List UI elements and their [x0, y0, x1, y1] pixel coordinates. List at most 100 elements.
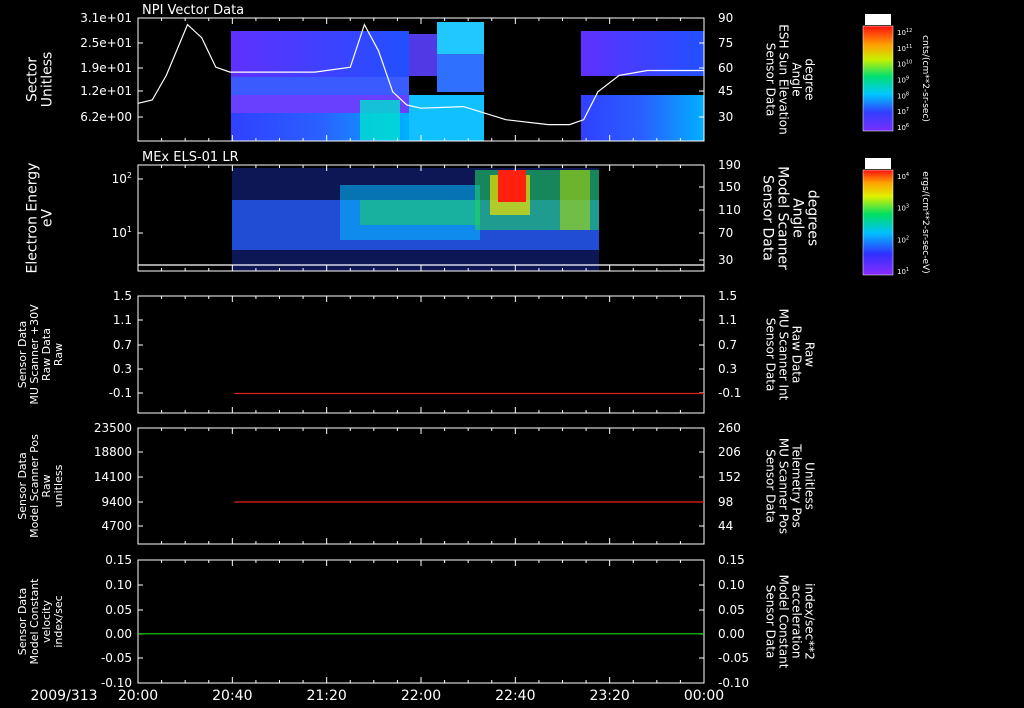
y-tick-label: 6.2e+00 — [80, 110, 132, 124]
y2-tick-label: 1.5 — [718, 289, 737, 303]
y2-axis-label-line: ESH Sun Elevation — [777, 24, 791, 134]
y-axis-label-line: Electron Energy — [25, 163, 41, 274]
els-spectrogram — [232, 168, 599, 271]
y-tick-label: 102 — [112, 171, 132, 186]
y2-axis-label-line: degree — [803, 58, 817, 100]
y2-axis-label-line: Sensor Data — [764, 449, 778, 523]
y2-tick-label: 0.00 — [718, 627, 745, 641]
time-tick-label: 20:00 — [118, 688, 158, 704]
date-label: 2009/313 — [30, 688, 97, 704]
y2-axis-label-line: Sensor Data — [760, 175, 776, 261]
colorbar-tick-label: 106 — [897, 123, 909, 132]
colorbar-gradient — [862, 169, 894, 276]
colorbar-tick-label: 1011 — [897, 44, 912, 53]
y2-tick-label: 0.15 — [718, 553, 745, 567]
y2-tick-label: 150 — [718, 180, 741, 194]
y-tick-label: 14100 — [94, 470, 132, 484]
panel-frame — [137, 559, 705, 684]
y2-tick-label: 1.1 — [718, 313, 737, 327]
panel-frame — [137, 427, 705, 545]
y-tick-label: 18800 — [94, 445, 132, 459]
time-tick-label: 23:20 — [589, 688, 629, 704]
y-tick-label: 1.1 — [113, 313, 132, 327]
y-tick-exponent: 2 — [127, 171, 132, 180]
colorbar-badge: NF — [872, 16, 884, 25]
y-axis-label: Sensor Data Model Scanner Pos Raw unitless — [16, 434, 65, 538]
colorbar-tick-exponent: 11 — [906, 44, 912, 50]
y-tick-label: 101 — [112, 225, 132, 240]
y-axis-label: Sector Unitless — [25, 52, 56, 108]
y2-axis-label-line: index/sec**2 — [803, 583, 817, 660]
y2-tick-label: -0.1 — [718, 386, 741, 400]
colorbar-gradient — [862, 25, 894, 132]
colorbar-2: DEF 104 103 102 101 ergs/(cm**2-sr-sec-eV) — [862, 158, 930, 276]
colorbar-tick-exponent: 6 — [906, 123, 909, 129]
colorbar-unit-text: cnts/(cm**2-sr-sec) — [920, 35, 930, 122]
colorbar-1: NF101210111010109108107106cnts/(cm**2-sr… — [862, 14, 930, 132]
y-tick-label: 9400 — [101, 495, 132, 509]
time-tick-label: 00:00 — [684, 688, 724, 704]
stacked-time-series-plot: NPI Vector Data 3.1e+01 2.5e+01 1.9e+01 1.2e… — [16, 3, 930, 704]
y-axis-label: Electron Energy eV — [25, 163, 56, 274]
time-tick-label: 22:00 — [401, 688, 441, 704]
y2-axis-label-line: Model Constant — [777, 575, 791, 669]
y2-axis-label-line: Raw Data — [790, 326, 804, 384]
y2-axis-label-line: Raw — [803, 342, 817, 367]
y-axis-label-line: unitless — [52, 464, 65, 507]
y2-axis-label: Sensor Data Model Constant acceleration ind… — [764, 575, 817, 669]
y-tick-label: 1.5 — [113, 289, 132, 303]
colorbar-tick-exponent: 1 — [906, 267, 909, 273]
y2-axis-label: Sensor Data Model Scanner Angle degrees — [760, 166, 821, 270]
y-tick-label: 0.7 — [113, 338, 132, 352]
y2-tick-label: 0.3 — [718, 362, 737, 376]
y-tick-label: -0.05 — [101, 651, 132, 665]
colorbar-unit: cnts/(cm**2-sr-sec) — [920, 35, 930, 122]
y-tick-label: 3.1e+01 — [80, 11, 132, 25]
y2-axis-label-line: Sensor Data — [764, 43, 778, 117]
colorbar-tick-exponent: 7 — [906, 107, 909, 113]
npi-spectrogram — [231, 22, 704, 142]
time-tick-label: 20:40 — [212, 688, 252, 704]
y2-tick-label: 0.05 — [718, 603, 745, 617]
colorbar-tick-exponent: 10 — [906, 60, 912, 66]
y2-axis-label-line: Sensor Data — [764, 585, 778, 659]
y-axis-label-line: Unitless — [40, 52, 56, 108]
y2-axis-label-line: MU Scanner Int — [777, 309, 791, 401]
colorbar-tick-exponent: 2 — [906, 235, 909, 241]
y2-tick-label: 70 — [718, 226, 733, 240]
y-axis-label: Sensor Data Model Constant velocity index/s… — [16, 578, 65, 665]
y-tick-label: 0.00 — [105, 627, 132, 641]
y2-tick-label: 45 — [718, 84, 733, 98]
colorbar-unit: ergs/(cm**2-sr-sec-eV) — [920, 171, 930, 273]
y2-axis-label-line: Angle — [790, 62, 804, 96]
colorbar-tick-exponent: 3 — [906, 204, 909, 210]
y2-axis-label-line: Sensor Data — [764, 318, 778, 392]
y-axis-label-line: Sector — [25, 57, 41, 102]
y2-axis-label-line: Telemetry Pos — [790, 443, 804, 527]
y2-tick-label: 90 — [718, 11, 733, 25]
y2-tick-label: 206 — [718, 445, 741, 459]
y2-tick-label: 30 — [718, 253, 733, 267]
y-tick-exponent: 1 — [127, 225, 132, 234]
colorbar-tick-exponent: 9 — [906, 76, 909, 82]
colorbar-tick-label: 1010 — [897, 60, 912, 69]
y2-tick-label: 98 — [718, 495, 733, 509]
panel-frame — [137, 295, 705, 414]
y2-tick-label: 260 — [718, 421, 741, 435]
y2-tick-label: 0.10 — [718, 578, 745, 592]
colorbar-tick-label: 104 — [897, 172, 909, 181]
colorbar-tick-exponent: 4 — [906, 172, 909, 178]
colorbar-tick-label: 103 — [897, 204, 909, 213]
y-tick-label: 0.05 — [105, 603, 132, 617]
y-tick-label: 0.10 — [105, 578, 132, 592]
y2-axis-label-line: Angle — [790, 198, 806, 238]
colorbar-tick-label: 107 — [897, 107, 909, 116]
y-tick-label: 4700 — [101, 519, 132, 533]
y2-tick-label: 75 — [718, 36, 733, 50]
y2-tick-label: 30 — [718, 110, 733, 124]
panel-title: NPI Vector Data — [142, 3, 244, 18]
panel-title: MEx ELS-01 LR — [142, 150, 239, 165]
y2-axis-label-line: degrees — [805, 190, 821, 246]
y2-tick-label: 152 — [718, 470, 741, 484]
y2-tick-label: 190 — [718, 158, 741, 172]
